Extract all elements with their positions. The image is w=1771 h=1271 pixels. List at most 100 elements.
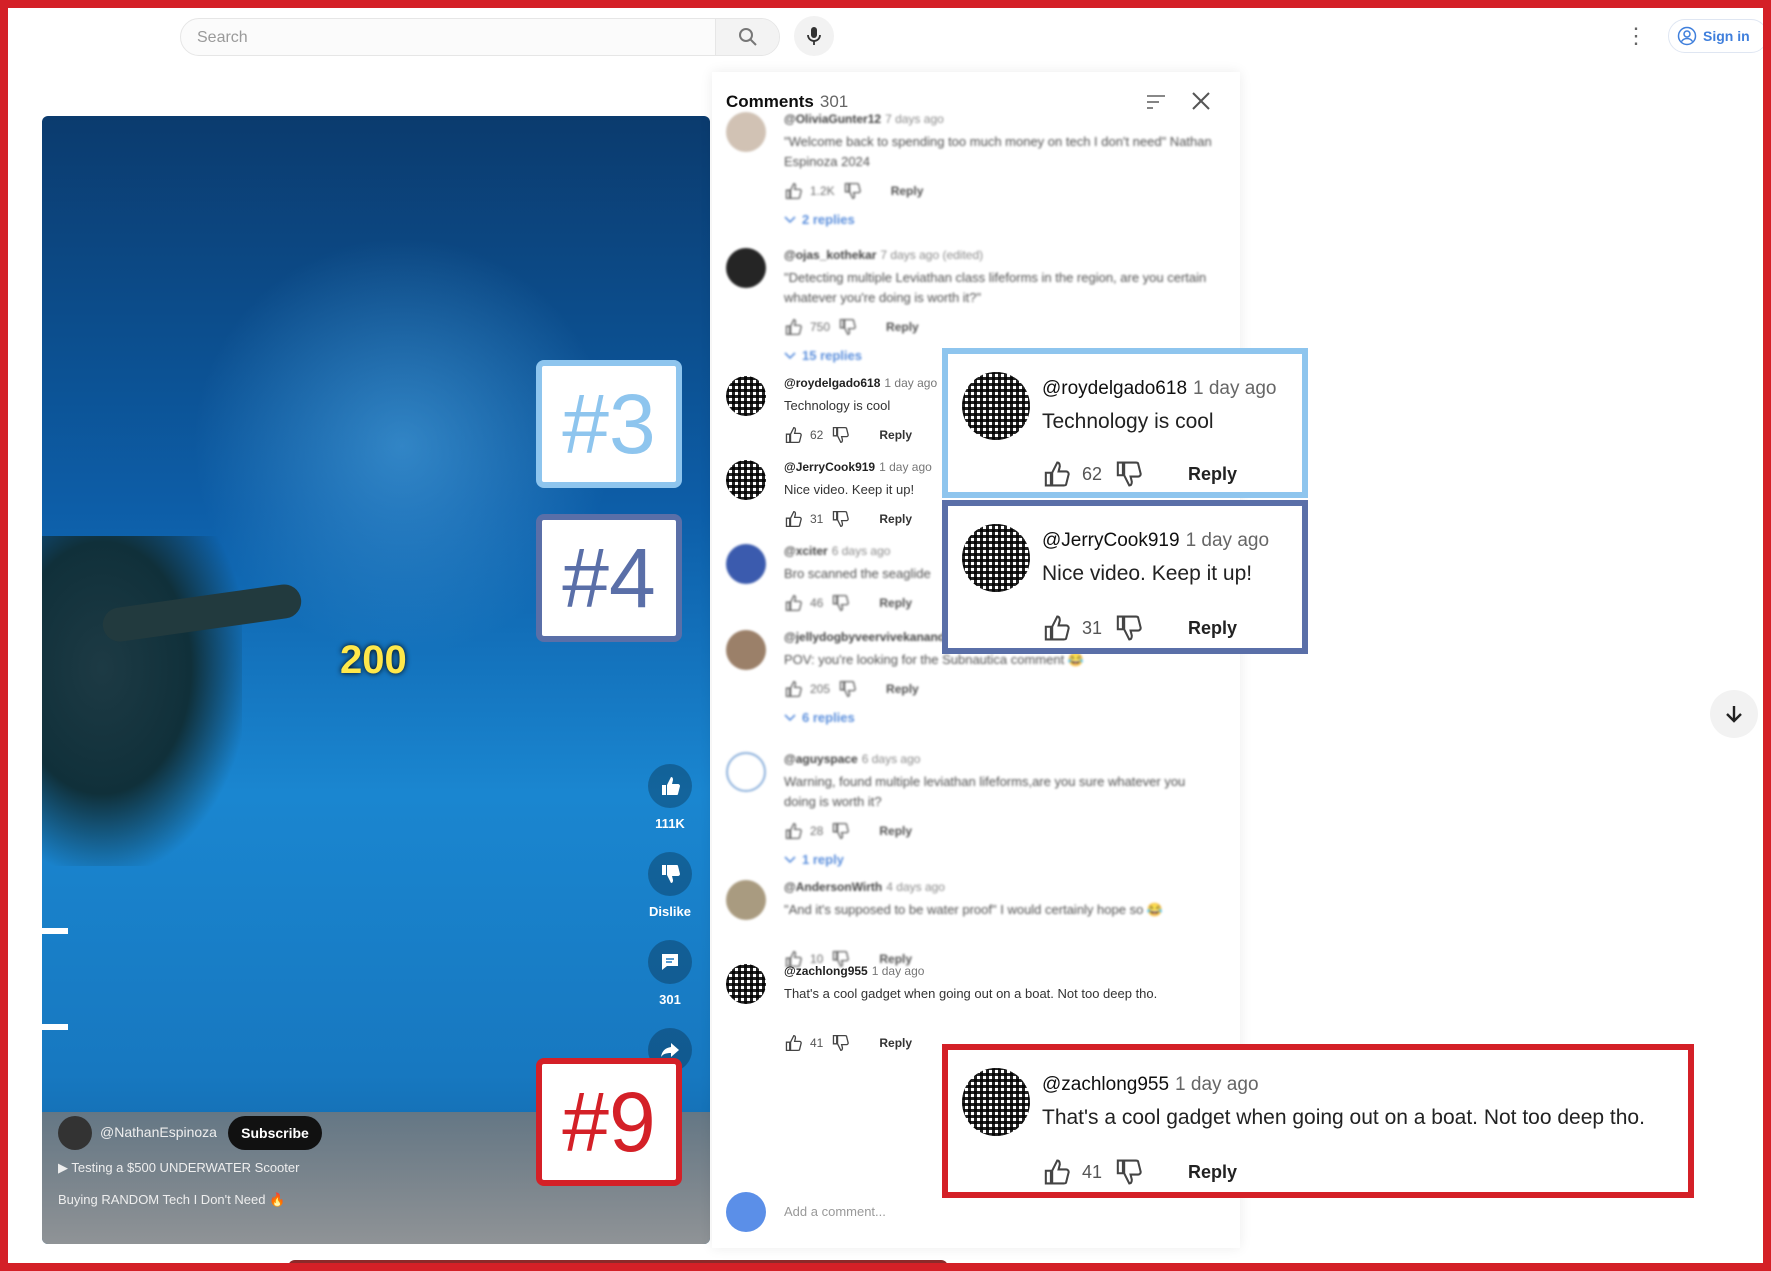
like-icon[interactable]	[784, 680, 802, 698]
like-icon[interactable]	[784, 594, 802, 612]
dislike-icon[interactable]	[838, 318, 856, 336]
channel-avatar[interactable]	[58, 1116, 92, 1150]
dislike-icon[interactable]	[1114, 614, 1142, 642]
subscribe-button[interactable]: Subscribe	[228, 1116, 322, 1150]
dislike-icon[interactable]	[831, 510, 850, 528]
search-box[interactable]: Search	[180, 18, 780, 56]
sign-in-button[interactable]: Sign in	[1668, 19, 1763, 53]
dislike-icon[interactable]	[831, 822, 850, 840]
replies-count: 15 replies	[802, 348, 862, 363]
like-icon[interactable]	[784, 510, 802, 528]
like-icon[interactable]	[784, 182, 802, 200]
dislike-button[interactable]	[648, 852, 692, 896]
sort-icon[interactable]	[1142, 88, 1170, 116]
commenter-avatar[interactable]	[726, 248, 766, 288]
comment-author[interactable]: @roydelgado618	[784, 376, 880, 390]
comments-header-count: 301	[819, 92, 849, 111]
comment-time[interactable]: 6 days ago	[862, 752, 921, 766]
comment-time[interactable]: 1 day ago	[879, 460, 932, 474]
view-replies-button[interactable]: 1 reply	[784, 852, 844, 867]
dislike-icon[interactable]	[838, 680, 856, 698]
reply-button[interactable]: Reply	[886, 320, 919, 334]
reply-button[interactable]: Reply	[886, 682, 919, 696]
dislike-icon[interactable]	[831, 594, 850, 612]
comment-like-count: 750	[810, 320, 831, 334]
commenter-avatar[interactable]	[726, 630, 766, 670]
comment-author[interactable]: @AndersonWirth	[784, 880, 882, 894]
reply-button[interactable]: Reply	[879, 512, 912, 526]
like-icon[interactable]	[784, 318, 802, 336]
like-icon[interactable]	[1042, 460, 1070, 488]
sign-in-label: Sign in	[1703, 28, 1750, 44]
dislike-icon[interactable]	[1114, 1158, 1142, 1186]
comment-author[interactable]: @OliviaGunter12	[784, 112, 881, 126]
view-replies-button[interactable]: 15 replies	[784, 348, 862, 363]
view-replies-button[interactable]: 2 replies	[784, 212, 855, 227]
comment-actions: 46 Reply	[784, 594, 912, 612]
reply-button[interactable]: Reply	[891, 184, 924, 198]
comment-text: "Detecting multiple Leviathan class life…	[784, 270, 1207, 305]
account-icon	[1677, 26, 1697, 46]
commenter-avatar[interactable]	[726, 544, 766, 584]
like-icon[interactable]	[784, 426, 802, 444]
commenter-avatar[interactable]	[726, 460, 766, 500]
video-title-text: Testing a $500 UNDERWATER Scooter	[71, 1160, 300, 1175]
comment-time[interactable]: 7 days ago (edited)	[880, 248, 983, 262]
search-button[interactable]	[715, 19, 779, 55]
callout-tag: #9	[536, 1058, 682, 1186]
commenter-avatar[interactable]	[726, 752, 766, 792]
view-replies-button[interactable]: 6 replies	[784, 710, 855, 725]
comment-like-count: 28	[810, 824, 824, 838]
channel-name[interactable]: @NathanEspinoza	[100, 1124, 217, 1140]
like-icon[interactable]	[784, 1034, 802, 1052]
comment-author[interactable]: @JerryCook919	[784, 460, 875, 474]
add-comment-input[interactable]: Add a comment...	[784, 1204, 886, 1219]
dislike-icon[interactable]	[1114, 460, 1142, 488]
comment-author[interactable]: @aguyspace	[784, 752, 858, 766]
arrow-down-icon	[1726, 706, 1742, 723]
reply-button: Reply	[1188, 463, 1238, 484]
comment-author[interactable]: @zachlong955	[784, 964, 868, 978]
comment-meta: @JerryCook919 1 day ago	[784, 460, 932, 474]
comment-like-count: 46	[810, 596, 824, 610]
comment-meta: @AndersonWirth 4 days ago	[784, 880, 945, 894]
scroll-down-button[interactable]	[1710, 690, 1758, 738]
reply-button[interactable]: Reply	[879, 1036, 912, 1050]
comment-time: 1 day ago	[1185, 530, 1270, 551]
callout-tag: #3	[536, 360, 682, 488]
comment-author[interactable]: @xciter	[784, 544, 828, 558]
voice-search-button[interactable]	[794, 16, 834, 56]
commenter-avatar[interactable]	[726, 880, 766, 920]
comment-like-count: 41	[810, 1036, 824, 1050]
playlist-title[interactable]: Buying RANDOM Tech I Don't Need 🔥	[58, 1192, 285, 1208]
comments-button[interactable]	[648, 940, 692, 984]
comment-meta: @roydelgado618 1 day ago	[1042, 378, 1276, 400]
close-icon[interactable]	[1186, 86, 1216, 116]
like-icon[interactable]	[1042, 1158, 1070, 1186]
dislike-icon[interactable]	[843, 182, 861, 200]
reply-button[interactable]: Reply	[879, 824, 912, 838]
comment-like-count: 62	[1082, 463, 1103, 484]
comment-time[interactable]: 1 day ago	[884, 376, 937, 390]
comment-time[interactable]: 1 day ago	[872, 964, 925, 978]
comment-time[interactable]: 6 days ago	[832, 544, 891, 558]
more-vert-icon[interactable]: ⋮	[1625, 22, 1647, 50]
diver-silhouette	[42, 536, 242, 866]
dislike-icon[interactable]	[831, 426, 850, 444]
commenter-avatar[interactable]	[726, 112, 766, 152]
like-button[interactable]	[648, 764, 692, 808]
like-icon[interactable]	[784, 822, 802, 840]
like-icon[interactable]	[1042, 614, 1070, 642]
commenter-avatar[interactable]	[726, 964, 766, 1004]
comment-author[interactable]: @ojas_kothekar	[784, 248, 876, 262]
dislike-icon[interactable]	[831, 1034, 850, 1052]
comments-title: Comments	[726, 92, 814, 111]
reply-button[interactable]: Reply	[879, 428, 912, 442]
video-title[interactable]: ▶ Testing a $500 UNDERWATER Scooter	[58, 1160, 299, 1176]
commenter-avatar[interactable]	[726, 376, 766, 416]
reply-button[interactable]: Reply	[879, 596, 912, 610]
search-input[interactable]: Search	[197, 29, 248, 47]
comment-time[interactable]: 4 days ago	[886, 880, 945, 894]
comment-like-count: 31	[1082, 617, 1103, 638]
comment-time[interactable]: 7 days ago	[885, 112, 944, 126]
